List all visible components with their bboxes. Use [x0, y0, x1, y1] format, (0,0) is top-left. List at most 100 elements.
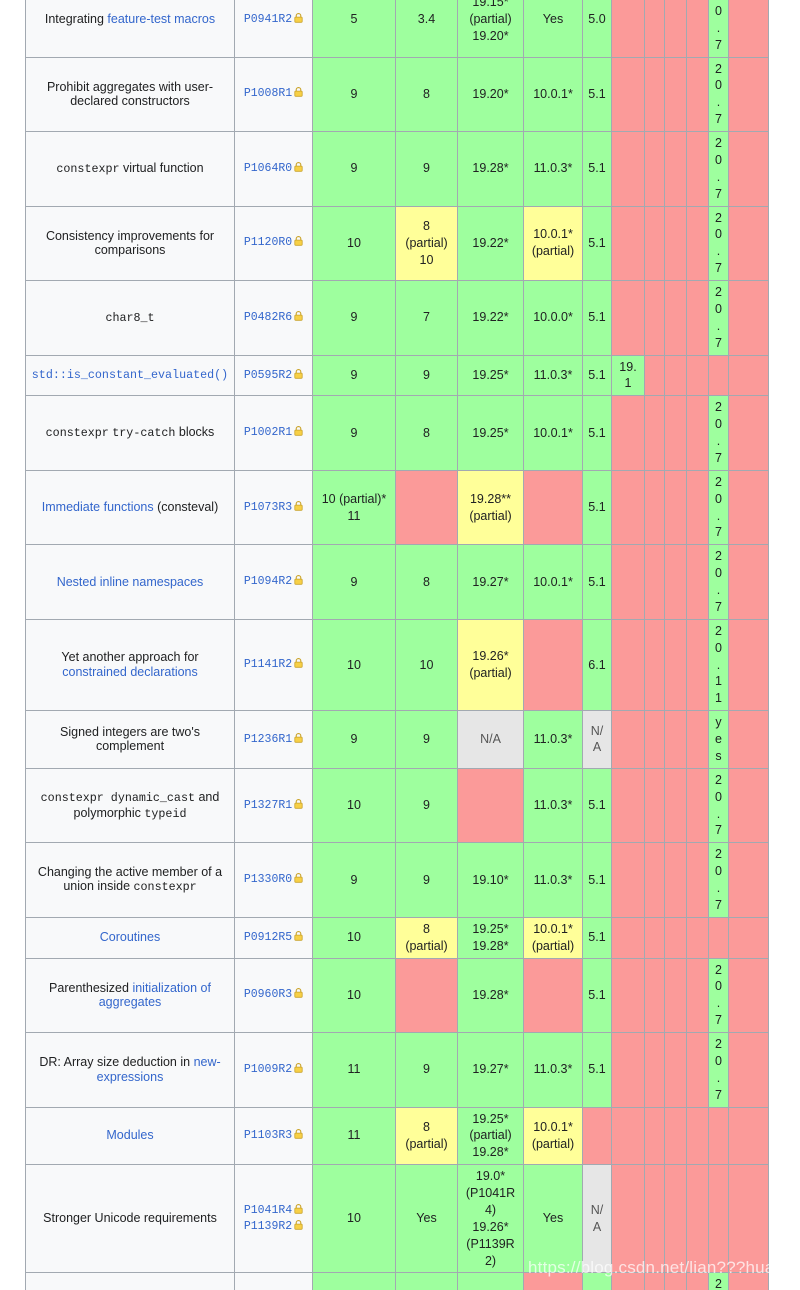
- support-cell: [728, 469, 769, 546]
- cell-line: 11.0.3*: [533, 161, 573, 176]
- cell-line: 9: [350, 872, 358, 887]
- paper-link[interactable]: P1330R0: [244, 873, 292, 886]
- support-cell: [686, 56, 709, 132]
- support-cell: 9: [312, 354, 396, 397]
- paper-link[interactable]: P0912R5: [244, 931, 292, 944]
- paper-link[interactable]: P1073R3: [244, 501, 292, 514]
- support-cell: 20.7: [708, 842, 729, 918]
- paper-cell: P1236R1: [234, 710, 313, 769]
- support-cell: [644, 131, 665, 207]
- table-row: Nested inline namespaces P1094R2 9 8 19.27* 1…: [25, 544, 792, 620]
- cell-line: 8: [423, 574, 430, 589]
- support-cell: [686, 1164, 709, 1274]
- paper-link[interactable]: P1041R4: [244, 1204, 292, 1217]
- cell-line: 9: [350, 161, 358, 176]
- cell-line: 10.0.1*: [533, 574, 573, 589]
- paper-link[interactable]: P1009R2: [244, 1063, 292, 1076]
- feature-link[interactable]: std::is_constant_evaluated(): [32, 368, 228, 383]
- support-cell: 20.7: [708, 1272, 729, 1290]
- cell-line: 20.7: [715, 136, 722, 201]
- paper-link[interactable]: P1002R1: [244, 426, 292, 439]
- paper-link[interactable]: P0960R3: [244, 988, 292, 1001]
- feature-cell: Consistency improvements for comparisons: [25, 205, 235, 281]
- feature-link[interactable]: feature-test macros: [107, 12, 215, 26]
- feature-text: constexpr dynamic_cast: [40, 790, 195, 805]
- support-cell: [644, 544, 665, 620]
- feature-text: constexpr: [56, 161, 120, 176]
- feature-text: Signed integers are two's complement: [60, 724, 200, 754]
- paper-link[interactable]: P1064R0: [244, 162, 292, 175]
- cell-line: 20.7: [715, 61, 722, 127]
- cell-line: 19.15*: [472, 0, 509, 10]
- support-cell: 11.0.3*: [523, 710, 583, 769]
- support-cell: [728, 544, 769, 620]
- cell-line: 11.0.3*: [533, 367, 573, 382]
- feature-link[interactable]: Modules: [106, 1128, 153, 1142]
- paper-link[interactable]: P1236R1: [244, 733, 292, 746]
- feature-text: blocks: [175, 425, 215, 440]
- feature-cell: Coroutines: [25, 916, 235, 959]
- paper-link[interactable]: P1327R1: [244, 799, 292, 812]
- paper-link[interactable]: P0482R6: [244, 311, 292, 324]
- cell-line: 10: [347, 798, 361, 813]
- support-cell: [686, 916, 709, 959]
- support-cell: 20.7: [708, 957, 729, 1033]
- feature-text: (consteval): [153, 500, 219, 515]
- paper-link[interactable]: P1139R2: [244, 1220, 292, 1233]
- cell-line: 10: [419, 657, 434, 672]
- cell-line: 8: [423, 1119, 430, 1134]
- cell-line: Yes: [542, 12, 564, 27]
- paper-link[interactable]: P0941R2: [244, 13, 292, 26]
- feature-cell: Parenthesized initialization of aggregat…: [25, 957, 235, 1033]
- support-cell: [611, 1032, 645, 1108]
- lock-icon: [294, 1219, 303, 1230]
- feature-text: Prohibit aggregates with user-declared c…: [46, 79, 214, 109]
- cell-line: 19.28**: [469, 491, 511, 506]
- paper-link[interactable]: P1141R2: [244, 658, 292, 671]
- lock-icon: [294, 873, 303, 883]
- feature-cell: Prohibit aggregates with user-declared c…: [25, 56, 235, 132]
- support-cell: [728, 1164, 769, 1274]
- lock-icon: [294, 732, 303, 743]
- support-cell: [523, 469, 583, 546]
- cell-line: (partial): [469, 12, 512, 27]
- support-cell: [582, 1106, 612, 1166]
- cell-line: 20.7: [715, 210, 722, 276]
- support-cell: 9: [395, 354, 458, 397]
- paper-link[interactable]: P0595R2: [244, 369, 292, 382]
- support-cell: [686, 544, 709, 620]
- table-row: constexpr dynamic_cast and polymorphic t…: [25, 767, 792, 844]
- support-cell: 5.1: [582, 544, 612, 620]
- paper-link[interactable]: P1008R1: [244, 87, 292, 100]
- feature-link[interactable]: Coroutines: [100, 930, 160, 944]
- support-cell: 5: [312, 0, 396, 58]
- support-cell: 11.0.3*: [523, 767, 583, 844]
- support-cell: 8: [395, 395, 458, 471]
- cell-line: 5.0: [588, 12, 606, 27]
- cell-line: 19.20*: [472, 29, 509, 44]
- cell-line: 10: [419, 252, 434, 267]
- feature-link[interactable]: Nested inline namespaces: [57, 575, 204, 589]
- cell-line: 5: [350, 12, 358, 27]
- support-cell: [728, 395, 769, 471]
- paper-cell: P0482R6: [234, 280, 313, 356]
- support-cell: [523, 957, 583, 1033]
- support-cell: 5.1: [582, 767, 612, 844]
- support-cell: [728, 957, 769, 1033]
- support-cell: [644, 767, 665, 844]
- support-cell: [611, 0, 645, 58]
- cell-line: 11: [347, 508, 361, 523]
- support-cell: [686, 767, 709, 844]
- paper-link[interactable]: P1094R2: [244, 575, 292, 588]
- support-cell: [728, 1106, 769, 1166]
- feature-link[interactable]: constrained declarations: [62, 665, 198, 679]
- cell-line: 5.1: [588, 425, 606, 440]
- right-margin: [791, 0, 800, 1290]
- paper-link[interactable]: P1103R3: [244, 1129, 292, 1142]
- support-cell: 10: [395, 1272, 458, 1290]
- support-cell: [686, 0, 709, 58]
- cell-line: 9: [423, 872, 430, 887]
- support-cell: [728, 205, 769, 281]
- feature-link[interactable]: Immediate functions: [42, 500, 154, 514]
- paper-link[interactable]: P1120R0: [244, 236, 292, 249]
